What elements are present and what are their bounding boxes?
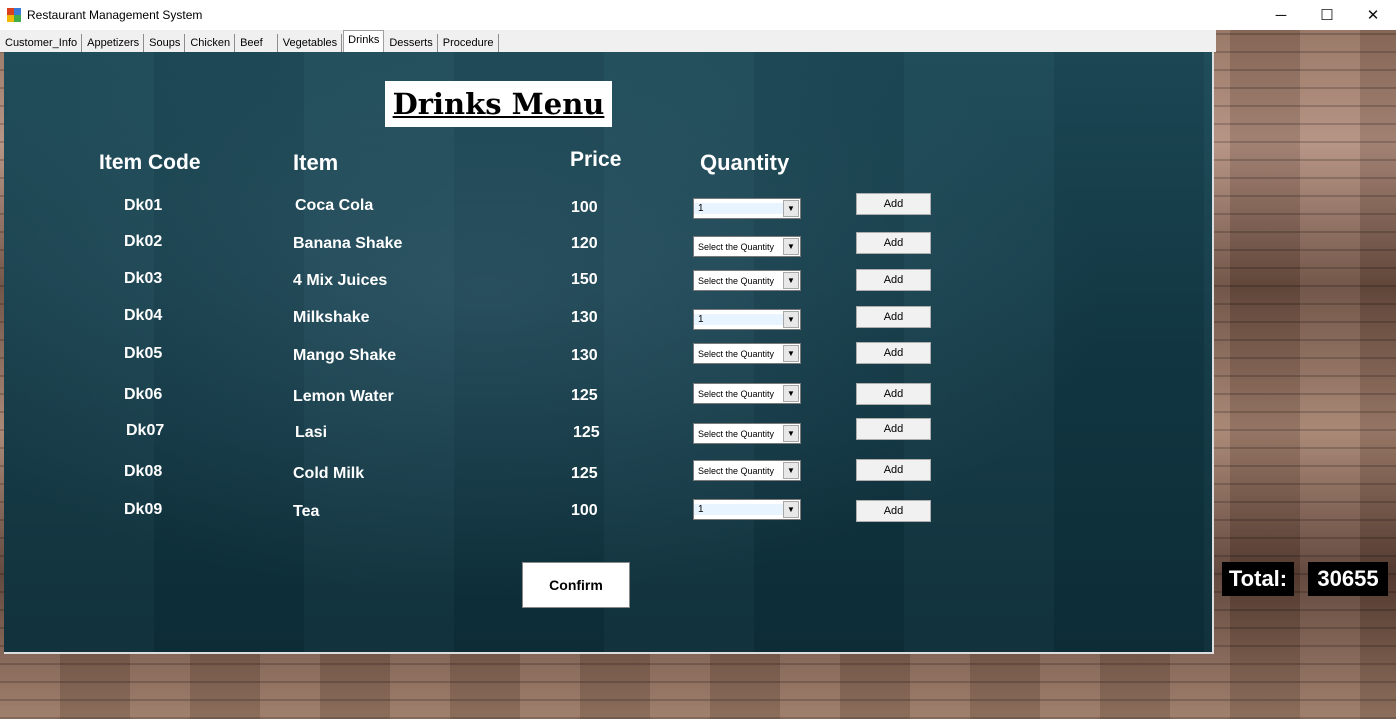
item-price: 130 — [571, 309, 598, 326]
item-code: Dk09 — [124, 501, 163, 518]
quantity-value: 1 — [694, 314, 783, 325]
add-button[interactable]: Add — [856, 459, 931, 481]
quantity-select[interactable]: Select the Quantity ▼ — [693, 460, 801, 481]
item-price: 100 — [571, 199, 598, 216]
tab-soups[interactable]: Soups — [145, 34, 186, 52]
chevron-down-icon[interactable]: ▼ — [783, 425, 799, 442]
quantity-select[interactable]: 1 ▼ — [693, 198, 801, 219]
chevron-down-icon[interactable]: ▼ — [783, 238, 799, 255]
item-name: Cold Milk — [293, 465, 365, 482]
quantity-value: Select the Quantity — [698, 275, 775, 286]
chevron-down-icon[interactable]: ▼ — [783, 272, 799, 289]
item-name: Coca Cola — [295, 197, 374, 214]
close-button[interactable]: ✕ — [1350, 0, 1396, 30]
item-price: 130 — [571, 347, 598, 364]
header-item-code: Item Code — [99, 151, 201, 174]
quantity-value: Select the Quantity — [698, 388, 775, 399]
quantity-select[interactable]: Select the Quantity ▼ — [693, 343, 801, 364]
item-price: 150 — [571, 271, 598, 288]
header-quantity: Quantity — [700, 150, 790, 175]
quantity-select[interactable]: Select the Quantity ▼ — [693, 270, 801, 291]
quantity-select[interactable]: 1 ▼ — [693, 499, 801, 520]
item-price: 100 — [571, 502, 598, 519]
add-button[interactable]: Add — [856, 342, 931, 364]
chevron-down-icon[interactable]: ▼ — [783, 385, 799, 402]
item-code: Dk07 — [126, 422, 165, 439]
item-name: Lemon Water — [293, 388, 394, 405]
tab-procedure[interactable]: Procedure — [439, 34, 499, 52]
add-button[interactable]: Add — [856, 383, 931, 405]
confirm-button[interactable]: Confirm — [522, 562, 630, 608]
header-price: Price — [570, 148, 622, 171]
add-button[interactable]: Add — [856, 269, 931, 291]
chevron-down-icon[interactable]: ▼ — [783, 200, 799, 217]
quantity-value: Select the Quantity — [698, 241, 775, 252]
item-name: 4 Mix Juices — [293, 272, 388, 289]
tab-strip: Customer_Info Appetizers Soups Chicken B… — [0, 30, 1216, 52]
chevron-down-icon[interactable]: ▼ — [783, 462, 799, 479]
item-name: Mango Shake — [293, 347, 397, 364]
item-price: 120 — [571, 235, 598, 252]
item-name: Lasi — [295, 424, 328, 441]
item-code: Dk06 — [124, 386, 163, 403]
add-button[interactable]: Add — [856, 418, 931, 440]
tab-customer-info[interactable]: Customer_Info — [1, 34, 83, 52]
tab-beef[interactable]: Beef — [236, 34, 278, 52]
item-code: Dk02 — [124, 233, 163, 250]
quantity-select[interactable]: Select the Quantity ▼ — [693, 236, 801, 257]
item-price: 125 — [573, 424, 600, 441]
total-label: Total: — [1222, 562, 1294, 596]
item-price: 125 — [571, 465, 598, 482]
item-name: Milkshake — [293, 309, 370, 326]
tab-drinks[interactable]: Drinks — [343, 30, 385, 52]
quantity-select[interactable]: Select the Quantity ▼ — [693, 383, 801, 404]
chevron-down-icon[interactable]: ▼ — [783, 311, 799, 328]
quantity-select[interactable]: Select the Quantity ▼ — [693, 423, 801, 444]
tab-vegetables[interactable]: Vegetables — [279, 34, 343, 52]
item-name: Banana Shake — [293, 235, 403, 252]
chevron-down-icon[interactable]: ▼ — [783, 345, 799, 362]
quantity-value: 1 — [694, 203, 783, 214]
item-price: 125 — [571, 387, 598, 404]
quantity-value: 1 — [694, 504, 783, 515]
menu-title: Drinks Menu — [385, 81, 612, 127]
tab-appetizers[interactable]: Appetizers — [83, 34, 145, 52]
item-code: Dk03 — [124, 270, 163, 287]
tab-chicken[interactable]: Chicken — [186, 34, 236, 52]
add-button[interactable]: Add — [856, 306, 931, 328]
minimize-button[interactable]: ─ — [1258, 0, 1304, 30]
quantity-value: Select the Quantity — [698, 428, 775, 439]
item-name: Tea — [293, 503, 320, 520]
tab-desserts[interactable]: Desserts — [385, 34, 438, 52]
item-code: Dk01 — [124, 197, 163, 214]
maximize-button[interactable]: ☐ — [1304, 0, 1350, 30]
quantity-value: Select the Quantity — [698, 348, 775, 359]
add-button[interactable]: Add — [856, 232, 931, 254]
title-bar: Restaurant Management System ─ ☐ ✕ — [0, 0, 1396, 30]
window-title: Restaurant Management System — [27, 8, 203, 22]
header-item: Item — [293, 150, 339, 175]
item-code: Dk08 — [124, 463, 163, 480]
add-button[interactable]: Add — [856, 500, 931, 522]
item-code: Dk05 — [124, 345, 163, 362]
quantity-value: Select the Quantity — [698, 465, 775, 476]
chevron-down-icon[interactable]: ▼ — [783, 501, 799, 518]
app-icon — [7, 8, 21, 22]
add-button[interactable]: Add — [856, 193, 931, 215]
drinks-panel: Drinks Menu Item Code Item Price Quantit… — [4, 52, 1214, 654]
quantity-select[interactable]: 1 ▼ — [693, 309, 801, 330]
total-value: 30655 — [1308, 562, 1388, 596]
item-code: Dk04 — [124, 307, 163, 324]
